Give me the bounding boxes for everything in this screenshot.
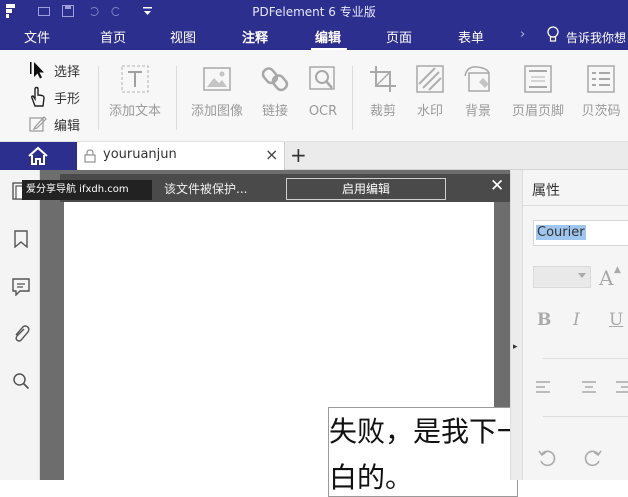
properties-title: 属性: [532, 183, 560, 199]
close-notice-icon[interactable]: ✕: [490, 176, 504, 196]
hand-icon: [30, 86, 45, 107]
right-panel-collapse-strip[interactable]: ▸: [511, 170, 523, 480]
watermark-icon: [416, 65, 444, 93]
bates-number-icon: [587, 65, 615, 93]
menu-bar: 文件 首页 视图 注释 编辑 页面 表单 › 告诉我你想: [0, 22, 628, 50]
add-text-label: 添加文本: [108, 104, 161, 119]
bates-number-label: 贝茨码: [581, 104, 621, 119]
rotate-left-icon[interactable]: [537, 448, 557, 468]
header-footer-icon: [524, 65, 552, 93]
cursor-icon: [30, 62, 44, 79]
background-label: 背景: [464, 104, 491, 119]
link-icon: [261, 67, 289, 92]
edit-tool-label: 编辑: [54, 118, 81, 134]
edit-tool[interactable]: 编辑: [28, 114, 80, 134]
home-icon: [28, 146, 48, 165]
enable-editing-button[interactable]: 启用编辑: [286, 178, 446, 200]
attachment-icon[interactable]: [12, 324, 30, 344]
text-block[interactable]: 失败，是我下一 白的。: [328, 407, 518, 497]
crop-icon: [370, 66, 396, 92]
ribbon-toolbar: 选择 手形 编辑 添加文本 添加图像 链接 OCR 裁剪 水印 背景 页眉页脚: [0, 50, 628, 142]
rotate-right-icon[interactable]: [583, 448, 603, 468]
font-family-select[interactable]: Courier: [533, 220, 628, 246]
select-tool-label: 选择: [54, 64, 81, 80]
link-label: 链接: [261, 104, 288, 119]
font-size-increase-icon[interactable]: A: [599, 266, 613, 290]
help-search[interactable]: 告诉我你想: [566, 29, 626, 46]
menu-page[interactable]: 页面: [386, 27, 412, 46]
menu-more-chevron-icon[interactable]: ›: [520, 27, 525, 42]
close-tab-icon[interactable]: ×: [265, 145, 278, 164]
title-bar: PDFelement 6 专业版: [0, 0, 628, 22]
select-tool[interactable]: 选择: [28, 60, 80, 80]
ribbon-separator: [176, 66, 177, 130]
menu-home[interactable]: 首页: [100, 27, 126, 46]
document-page: 失败，是我下一 白的。: [64, 200, 518, 497]
left-navigation-rail: [0, 170, 40, 480]
add-image-label: 添加图像: [190, 104, 243, 119]
font-family-value: Courier: [536, 225, 586, 240]
properties-divider: [543, 358, 628, 359]
ribbon-separator: [98, 66, 99, 130]
comment-icon[interactable]: [12, 278, 30, 296]
menu-view[interactable]: 视图: [170, 27, 196, 46]
background-icon: [464, 66, 490, 92]
app-title: PDFelement 6 专业版: [252, 5, 376, 19]
hand-tool[interactable]: 手形: [28, 86, 80, 108]
right-panel-collapse-arrow-icon[interactable]: ▸: [513, 342, 518, 352]
bold-icon[interactable]: B: [537, 310, 551, 330]
add-text-icon: [121, 65, 149, 93]
menu-file[interactable]: 文件: [24, 27, 50, 46]
font-size-increase-arrow-icon: ▲: [614, 265, 621, 275]
align-center-icon[interactable]: [581, 380, 597, 394]
edit-icon: [29, 116, 47, 132]
properties-divider: [523, 205, 628, 206]
italic-icon[interactable]: I: [573, 310, 580, 330]
underline-icon[interactable]: U: [609, 310, 623, 330]
lock-icon: [84, 149, 96, 163]
document-viewer: 失败，是我下一 白的。 该文件被保护... 启用编辑 ✕: [40, 170, 518, 497]
bates-number-button[interactable]: 贝茨码: [566, 64, 628, 119]
header-footer-label: 页眉页脚: [511, 104, 564, 119]
align-left-icon[interactable]: [535, 380, 551, 394]
ocr-icon: [309, 66, 335, 90]
document-tab-bar: youruanjun × +: [0, 142, 628, 170]
watermark-label: 水印: [416, 104, 443, 119]
align-right-icon[interactable]: [615, 380, 628, 394]
search-icon[interactable]: [12, 372, 30, 390]
font-size-select[interactable]: [533, 266, 591, 288]
home-tab[interactable]: [0, 142, 77, 170]
hand-tool-label: 手形: [54, 91, 81, 107]
new-tab-icon[interactable]: +: [290, 143, 307, 167]
properties-panel: ▸ 属性 Courier A ▲ B I U: [510, 170, 628, 480]
header-footer-button[interactable]: 页眉页脚: [503, 64, 573, 119]
crop-label: 裁剪: [369, 104, 396, 119]
lightbulb-icon[interactable]: [546, 26, 560, 44]
document-tab-title: youruanjun: [103, 147, 177, 162]
add-image-icon: [203, 67, 231, 91]
bookmark-icon[interactable]: [13, 230, 29, 248]
site-watermark: 爱分享导航 ifxdh.com: [22, 180, 152, 200]
add-text-button[interactable]: 添加文本: [100, 64, 170, 119]
protected-notice-text: 该文件被保护...: [164, 182, 248, 196]
menu-comment[interactable]: 注释: [242, 27, 268, 46]
ocr-label: OCR: [308, 104, 338, 119]
properties-divider: [543, 416, 628, 417]
chevron-down-icon: [578, 273, 586, 278]
document-text-line-2: 白的。: [329, 461, 414, 494]
menu-form[interactable]: 表单: [458, 27, 484, 46]
menu-edit[interactable]: 编辑: [315, 27, 341, 46]
document-tab[interactable]: youruanjun ×: [77, 142, 285, 170]
document-text-line-1: 失败，是我下一: [329, 415, 518, 448]
